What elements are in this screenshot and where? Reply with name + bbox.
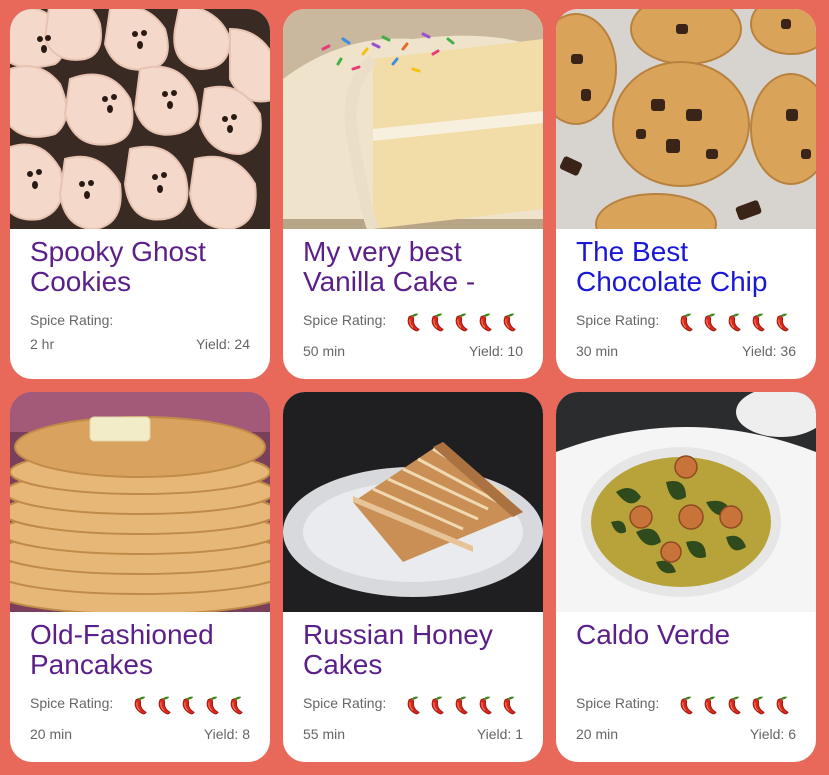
recipe-yield: Yield: 10: [469, 343, 523, 359]
recipe-yield: Yield: 36: [742, 343, 796, 359]
chili-pepper-icon: [752, 313, 765, 332]
spice-rating: Spice Rating:: [30, 691, 250, 715]
spice-rating-label: Spice Rating:: [30, 695, 114, 711]
chili-pepper-icon: [680, 696, 693, 715]
chili-pepper-icon: [455, 696, 468, 715]
recipe-card[interactable]: Russian Honey Cakes Spice Rating: 55 min…: [283, 392, 543, 762]
recipe-yield: Yield: 24: [196, 336, 250, 352]
recipe-meta: 30 min Yield: 36: [576, 343, 796, 359]
spice-rating: Spice Rating:: [303, 691, 523, 715]
chili-pepper-icon: [704, 313, 717, 332]
recipe-card[interactable]: My very best Vanilla Cake - Spice Rating…: [283, 9, 543, 379]
recipe-time: 20 min: [576, 726, 619, 742]
chili-pepper-icon: [158, 696, 171, 715]
spice-peppers: [677, 311, 796, 333]
spice-rating-label: Spice Rating:: [30, 312, 114, 328]
chili-pepper-icon: [479, 696, 492, 715]
recipe-time: 55 min: [303, 726, 346, 742]
spice-peppers: [677, 694, 796, 716]
recipe-card[interactable]: Caldo Verde Spice Rating: 20 min Yield: …: [556, 392, 816, 762]
recipe-card[interactable]: Spooky Ghost Cookies Spice Rating: 2 hr …: [10, 9, 270, 379]
spice-rating: Spice Rating:: [303, 308, 523, 332]
spice-rating: Spice Rating:: [30, 308, 250, 332]
chili-pepper-icon: [431, 696, 444, 715]
spice-rating: Spice Rating:: [576, 308, 796, 332]
chili-pepper-icon: [776, 696, 789, 715]
chili-pepper-icon: [503, 313, 516, 332]
recipe-title[interactable]: Old-Fashioned Pancakes: [30, 620, 256, 682]
chili-pepper-icon: [431, 313, 444, 332]
recipe-title[interactable]: Spooky Ghost Cookies: [30, 237, 256, 299]
recipe-yield: Yield: 6: [749, 726, 796, 742]
chili-pepper-icon: [479, 313, 492, 332]
recipe-meta: 2 hr Yield: 24: [30, 336, 250, 352]
chili-pepper-icon: [407, 313, 420, 332]
recipe-meta: 20 min Yield: 8: [30, 726, 250, 742]
recipe-time: 2 hr: [30, 336, 55, 352]
honey-cake-photo[interactable]: [283, 392, 543, 612]
chocolate-chip-cookies-photo[interactable]: [556, 9, 816, 229]
chili-pepper-icon: [407, 696, 420, 715]
chili-pepper-icon: [680, 313, 693, 332]
chili-pepper-icon: [704, 696, 717, 715]
chili-pepper-icon: [728, 696, 741, 715]
caldo-verde-soup-photo[interactable]: [556, 392, 816, 612]
spice-peppers: [131, 694, 250, 716]
recipe-yield: Yield: 1: [476, 726, 523, 742]
recipe-meta: 20 min Yield: 6: [576, 726, 796, 742]
recipe-card[interactable]: Old-Fashioned Pancakes Spice Rating: 20 …: [10, 392, 270, 762]
recipe-title[interactable]: My very best Vanilla Cake -: [303, 237, 529, 299]
spice-peppers: [404, 694, 523, 716]
recipe-yield: Yield: 8: [203, 726, 250, 742]
pancakes-photo[interactable]: [10, 392, 270, 612]
recipe-meta: 50 min Yield: 10: [303, 343, 523, 359]
spice-rating-label: Spice Rating:: [576, 312, 660, 328]
recipe-time: 30 min: [576, 343, 619, 359]
chili-pepper-icon: [230, 696, 243, 715]
chili-pepper-icon: [455, 313, 468, 332]
chili-pepper-icon: [776, 313, 789, 332]
spice-rating: Spice Rating:: [576, 691, 796, 715]
recipe-time: 20 min: [30, 726, 73, 742]
chili-pepper-icon: [752, 696, 765, 715]
vanilla-cake-photo[interactable]: [283, 9, 543, 229]
recipe-title[interactable]: The Best Chocolate Chip: [576, 237, 802, 299]
recipe-title[interactable]: Caldo Verde: [576, 620, 802, 682]
recipe-meta: 55 min Yield: 1: [303, 726, 523, 742]
chili-pepper-icon: [206, 696, 219, 715]
chili-pepper-icon: [503, 696, 516, 715]
recipe-title[interactable]: Russian Honey Cakes: [303, 620, 529, 682]
recipe-time: 50 min: [303, 343, 346, 359]
spice-rating-label: Spice Rating:: [303, 695, 387, 711]
chili-pepper-icon: [134, 696, 147, 715]
spice-rating-label: Spice Rating:: [576, 695, 660, 711]
chili-pepper-icon: [182, 696, 195, 715]
recipe-card[interactable]: The Best Chocolate Chip Spice Rating: 30…: [556, 9, 816, 379]
ghost-cookies-photo[interactable]: [10, 9, 270, 229]
chili-pepper-icon: [728, 313, 741, 332]
spice-peppers: [404, 311, 523, 333]
spice-rating-label: Spice Rating:: [303, 312, 387, 328]
recipe-grid: Spooky Ghost Cookies Spice Rating: 2 hr …: [10, 9, 816, 762]
